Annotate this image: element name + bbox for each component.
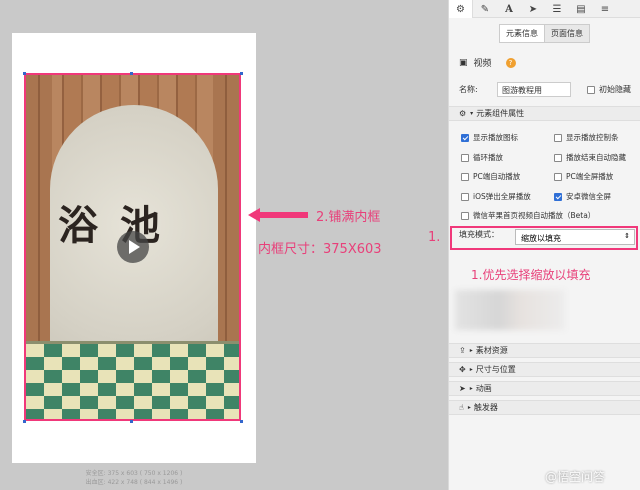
option-label: 安卓微信全屏 <box>566 192 611 201</box>
option-label: iOS弹出全屏播放 <box>473 192 531 201</box>
arrow-left-icon <box>248 208 308 222</box>
video-thumbnail: 浴池 <box>26 75 239 419</box>
safe-area-text: 安全区: 375 x 603 ( 750 x 1206 ) <box>85 470 183 477</box>
fill-mode-select[interactable]: 缩放以填充 ⇕ <box>515 229 635 245</box>
section-assets-label: 素材资源 <box>475 346 508 355</box>
option-label: 显示播放控制条 <box>566 133 619 142</box>
annotation-frame-size: 内框尺寸：375X603 <box>258 242 382 257</box>
annotation-step-marker: 1. <box>428 230 441 245</box>
canvas-area: 浴池 安全区: 375 x 603 ( 750 x 1206 ) 出血区: 42… <box>0 0 448 490</box>
wall-left <box>26 75 52 341</box>
resize-handle[interactable] <box>130 72 133 75</box>
section-props-label: 元素组件属性 <box>476 109 525 118</box>
option-label: 微信苹果首页视频自动播放（Beta） <box>473 211 596 220</box>
checkbox-icon[interactable] <box>554 172 562 181</box>
annotation-prefer-scale-row: 1.优先选择缩放以填充 <box>449 266 640 283</box>
chevron-right-icon: ▸ <box>469 385 473 392</box>
section-trigger[interactable]: ☝ ▸ 触发器 <box>449 400 640 415</box>
resize-handle[interactable] <box>23 72 26 75</box>
option-label: 显示播放图标 <box>473 133 518 142</box>
help-icon[interactable]: ? <box>505 57 516 68</box>
film-icon: ▣ <box>459 57 468 68</box>
section-element-props[interactable]: ⚙ ▾ 元素组件属性 <box>449 106 640 121</box>
section-trigger-label: 触发器 <box>473 403 498 412</box>
tab-element-info[interactable]: 元素信息 <box>499 24 545 43</box>
gear-icon[interactable]: ⚙ <box>449 0 473 18</box>
annotation-fill-frame: 2.铺满内框 <box>316 210 381 225</box>
section-animation-label: 动画 <box>475 384 492 393</box>
pointer-icon: ☝ <box>459 403 464 412</box>
chevron-updown-icon: ⇕ <box>624 232 630 240</box>
send-icon[interactable]: ➤ <box>521 0 545 18</box>
name-input[interactable]: 图游教程用 <box>497 82 571 97</box>
annotation-prefer-scale: 1.优先选择缩放以填充 <box>471 268 591 282</box>
resize-handle[interactable] <box>130 420 133 423</box>
bleed-area-text: 出血区: 422 x 748 ( 844 x 1496 ) <box>85 479 183 486</box>
option-checkbox[interactable]: 显示播放控制条 <box>554 132 619 143</box>
checkbox-icon[interactable] <box>461 153 469 162</box>
section-assets[interactable]: ⇪ ▸ 素材资源 <box>449 343 640 358</box>
option-checkbox[interactable]: 微信苹果首页视频自动播放（Beta） <box>461 210 595 221</box>
name-label: 名称: <box>459 85 478 94</box>
fill-mode-value: 缩放以填充 <box>521 234 561 243</box>
checker-floor <box>26 341 239 419</box>
option-checkbox[interactable]: iOS弹出全屏播放 <box>461 191 531 202</box>
option-label: PC端全屏播放 <box>566 172 614 181</box>
video-element-frame[interactable]: 浴池 <box>24 73 241 421</box>
checkbox-icon[interactable] <box>461 211 469 220</box>
tab-page-info[interactable]: 页面信息 <box>545 24 590 43</box>
option-checkbox[interactable]: 安卓微信全屏 <box>554 191 611 202</box>
option-checkbox[interactable]: 循环播放 <box>461 152 503 163</box>
initial-hidden-label: 初始隐藏 <box>599 85 631 94</box>
option-label: PC端自动播放 <box>473 172 521 181</box>
section-size-label: 尺寸与位置 <box>475 365 516 374</box>
option-checkbox[interactable]: 显示播放图标 <box>461 132 518 143</box>
resize-handle[interactable] <box>23 420 26 423</box>
option-label: 播放结束自动隐藏 <box>566 153 626 162</box>
info-tabs: 元素信息 页面信息 <box>449 24 640 43</box>
section-size-position[interactable]: ✥ ▸ 尺寸与位置 <box>449 362 640 377</box>
option-checkbox[interactable]: PC端自动播放 <box>461 171 520 182</box>
send-icon: ➤ <box>459 384 466 393</box>
resize-handle[interactable] <box>240 72 243 75</box>
chevron-right-icon: ▸ <box>469 366 473 373</box>
chevron-right-icon: ▸ <box>469 347 473 354</box>
text-icon[interactable]: A <box>497 0 521 18</box>
chevron-down-icon: ▾ <box>470 110 474 117</box>
checkbox-icon[interactable] <box>554 192 562 201</box>
pencil-icon[interactable]: ✎ <box>473 0 497 18</box>
list-icon[interactable]: ☰ <box>545 0 569 18</box>
watermark: @悟空问答 <box>545 470 606 484</box>
checkbox-icon[interactable] <box>554 153 562 162</box>
chevron-right-icon: ▸ <box>467 404 471 411</box>
name-row: 名称: 图游教程用 初始隐藏 <box>449 82 640 97</box>
blurred-region <box>455 290 565 330</box>
element-type-label: 视频 <box>473 59 492 69</box>
resize-handle[interactable] <box>240 420 243 423</box>
element-type-row: ▣ 视频 ? <box>449 56 640 69</box>
upload-icon: ⇪ <box>459 346 466 355</box>
option-label: 循环播放 <box>473 153 503 162</box>
checkbox-icon[interactable] <box>461 172 469 181</box>
section-animation[interactable]: ➤ ▸ 动画 <box>449 381 640 396</box>
checkbox-icon[interactable] <box>554 133 562 142</box>
checkbox-icon[interactable] <box>461 133 469 142</box>
play-icon[interactable] <box>117 231 149 263</box>
option-checkbox[interactable]: 播放结束自动隐藏 <box>554 152 626 163</box>
initial-hidden-checkbox[interactable]: 初始隐藏 <box>587 84 631 95</box>
document-icon[interactable]: ▤ <box>569 0 593 18</box>
checkbox-icon[interactable] <box>461 192 469 201</box>
database-icon[interactable]: ≡ <box>593 0 617 18</box>
move-icon: ✥ <box>459 365 466 374</box>
option-checkbox[interactable]: PC端全屏播放 <box>554 171 613 182</box>
panel-toolbar: ⚙ ✎ A ➤ ☰ ▤ ≡ <box>449 0 640 18</box>
gear-icon: ⚙ <box>459 109 467 118</box>
